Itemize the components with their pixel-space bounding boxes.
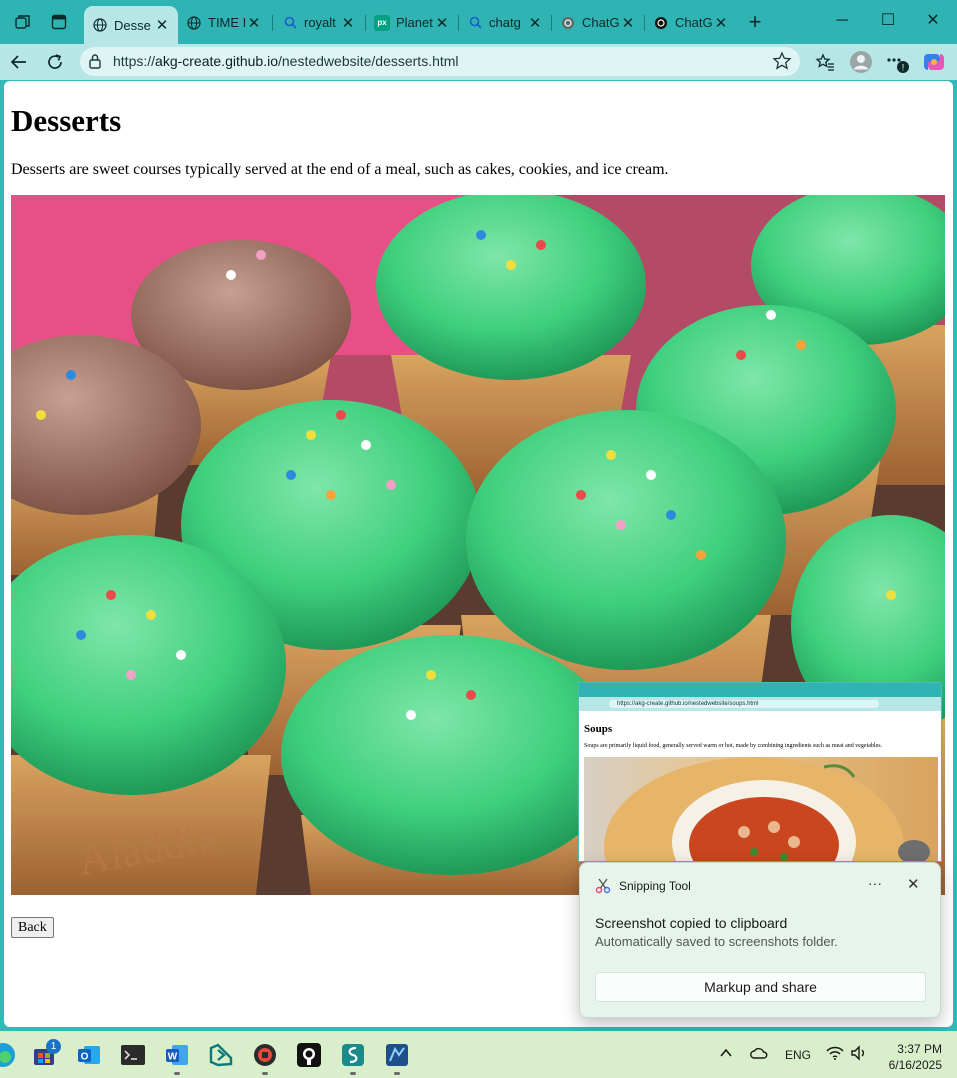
tab-planet[interactable]: px Planet ✕ xyxy=(366,7,458,38)
tab-chatgpt-2[interactable]: ChatG ✕ xyxy=(645,7,737,38)
tab-label: ChatG xyxy=(582,15,620,30)
paint-app-icon[interactable] xyxy=(384,1042,410,1068)
close-tab-icon[interactable]: ✕ xyxy=(340,14,356,32)
svg-text:O: O xyxy=(81,1052,89,1063)
terminal-icon[interactable] xyxy=(120,1042,146,1068)
tab-actions-icon[interactable] xyxy=(47,10,71,34)
github-icon[interactable] xyxy=(296,1042,322,1068)
tab-label: ChatG xyxy=(675,15,713,30)
openai-icon xyxy=(560,15,576,31)
openai-icon xyxy=(653,15,669,31)
tab-label: royalt xyxy=(304,15,336,30)
more-options-icon[interactable]: ··· xyxy=(868,875,882,891)
system-clock[interactable]: 3:37 PM 6/16/2025 xyxy=(880,1041,942,1073)
maximize-button[interactable]: ☐ xyxy=(866,8,910,36)
notification-app-name: Snipping Tool xyxy=(619,879,691,893)
tab-strip: Desse ✕ TIME I ✕ royalt ✕ px Planet ✕ ch… xyxy=(0,0,957,44)
language-indicator[interactable]: ENG xyxy=(785,1048,811,1062)
running-indicator xyxy=(394,1072,400,1075)
tab-divider xyxy=(272,15,273,31)
url-text[interactable]: https://akg-create.github.io/nestedwebsi… xyxy=(113,53,459,69)
clock-time: 3:37 PM xyxy=(897,1042,942,1056)
svg-text:!: ! xyxy=(902,63,905,73)
tab-label: Planet xyxy=(396,15,433,30)
lock-icon[interactable] xyxy=(88,53,102,74)
thumbnail-description: Soups are primarily liquid food, general… xyxy=(584,743,883,749)
url-host: akg-create.github.io xyxy=(155,53,278,69)
thumbnail-url: https://akg-create.github.io/nestedwebsi… xyxy=(609,700,879,708)
back-button[interactable]: Back xyxy=(11,917,54,938)
snipping-tool-taskbar-icon[interactable] xyxy=(252,1042,278,1068)
notification-detail: Automatically saved to screenshots folde… xyxy=(595,934,838,949)
thumbnail-title: Soups xyxy=(584,723,613,735)
snipping-tool-icon xyxy=(595,878,611,899)
pexels-icon: px xyxy=(374,14,390,31)
tab-royalty[interactable]: royalt ✕ xyxy=(274,7,364,38)
running-indicator xyxy=(174,1072,180,1075)
outlook-icon[interactable]: O xyxy=(76,1042,102,1068)
search-icon xyxy=(467,15,483,31)
copilot-icon[interactable] xyxy=(920,48,948,76)
svg-text:W: W xyxy=(168,1052,178,1063)
tab-label: TIME I xyxy=(208,15,246,30)
thumbnail-tab-strip xyxy=(579,683,941,697)
tab-chatgpt-search[interactable]: chatg ✕ xyxy=(459,7,551,38)
show-hidden-icons-chevron-icon[interactable] xyxy=(719,1046,733,1063)
tab-desserts[interactable]: Desse ✕ xyxy=(84,6,178,44)
globe-icon xyxy=(186,15,202,31)
close-tab-icon[interactable]: ✕ xyxy=(434,14,450,32)
volume-icon[interactable] xyxy=(850,1045,868,1064)
tab-chatgpt-1[interactable]: ChatG ✕ xyxy=(552,7,644,38)
word-icon[interactable]: W xyxy=(164,1042,190,1068)
address-bar[interactable]: https://akg-create.github.io/nestedwebsi… xyxy=(80,47,800,76)
running-indicator xyxy=(350,1072,356,1075)
wifi-icon[interactable] xyxy=(826,1045,844,1064)
thumbnail-soup-image xyxy=(584,757,938,861)
thumbnail-address-bar: https://akg-create.github.io/nestedwebsi… xyxy=(579,697,941,711)
tab-label: chatg xyxy=(489,15,521,30)
running-indicator xyxy=(262,1072,268,1075)
tab-label: Desse xyxy=(114,17,151,33)
new-tab-button[interactable]: + xyxy=(741,9,769,37)
close-tab-icon[interactable]: ✕ xyxy=(246,14,262,32)
search-icon xyxy=(282,15,298,31)
snipping-tool-notification[interactable]: Snipping Tool ··· ✕ Screenshot copied to… xyxy=(579,862,941,1018)
globe-icon xyxy=(92,17,108,33)
url-path: /nestedwebsite/desserts.html xyxy=(278,53,459,69)
close-window-button[interactable]: ✕ xyxy=(911,8,955,36)
page-title: Desserts xyxy=(11,103,122,138)
tab-time[interactable]: TIME I ✕ xyxy=(178,7,270,38)
vs-code-icon[interactable] xyxy=(208,1042,234,1068)
taskbar: 1 O W ENG 3:37 PM 6/16/2025 xyxy=(0,1031,957,1078)
profile-avatar[interactable] xyxy=(847,48,875,76)
close-tab-icon[interactable]: ✕ xyxy=(527,14,543,32)
back-arrow-icon[interactable] xyxy=(5,48,33,76)
navigation-bar: https://akg-create.github.io/nestedwebsi… xyxy=(0,44,957,80)
screenshot-thumbnail[interactable]: https://akg-create.github.io/nestedwebsi… xyxy=(578,682,942,862)
page-description: Desserts are sweet courses typically ser… xyxy=(11,161,669,178)
extensions-menu-icon[interactable]: ! xyxy=(883,48,911,76)
favorite-star-icon[interactable] xyxy=(772,51,792,76)
minimize-button[interactable]: ─ xyxy=(820,8,864,36)
edge-browser-icon[interactable] xyxy=(0,1042,16,1068)
workspaces-icon[interactable] xyxy=(11,10,35,34)
close-notification-icon[interactable]: ✕ xyxy=(907,875,920,893)
notification-message: Screenshot copied to clipboard xyxy=(595,915,788,931)
close-tab-icon[interactable]: ✕ xyxy=(713,14,729,32)
close-tab-icon[interactable]: ✕ xyxy=(620,14,636,32)
url-scheme: https:// xyxy=(113,53,156,69)
markup-and-share-button[interactable]: Markup and share xyxy=(595,972,926,1002)
favorites-icon[interactable] xyxy=(811,48,839,76)
close-tab-icon[interactable]: ✕ xyxy=(154,16,170,34)
onedrive-cloud-icon[interactable] xyxy=(750,1046,768,1063)
sway-icon[interactable] xyxy=(340,1042,366,1068)
refresh-icon[interactable] xyxy=(41,48,69,76)
clock-date: 6/16/2025 xyxy=(888,1058,942,1072)
notification-badge: 1 xyxy=(46,1039,61,1054)
